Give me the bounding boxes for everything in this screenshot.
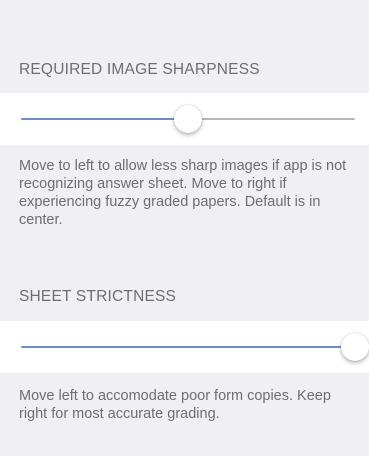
sheet-strictness-slider-thumb[interactable] — [341, 333, 369, 361]
section-header-image-sharpness: REQUIRED IMAGE SHARPNESS — [19, 61, 260, 78]
image-sharpness-slider-fill — [21, 118, 188, 120]
section-header-sheet-strictness: SHEET STRICTNESS — [19, 288, 177, 305]
image-sharpness-slider[interactable] — [21, 105, 355, 133]
sheet-strictness-description: Move left to accomodate poor form copies… — [19, 388, 331, 422]
sheet-strictness-slider-fill — [21, 346, 355, 348]
image-sharpness-slider-cell — [0, 93, 369, 145]
sheet-strictness-slider-cell — [0, 321, 369, 373]
sheet-strictness-slider[interactable] — [21, 333, 369, 361]
image-sharpness-description: Move to left to allow less sharp images … — [19, 158, 347, 228]
image-sharpness-slider-thumb[interactable] — [174, 105, 202, 133]
